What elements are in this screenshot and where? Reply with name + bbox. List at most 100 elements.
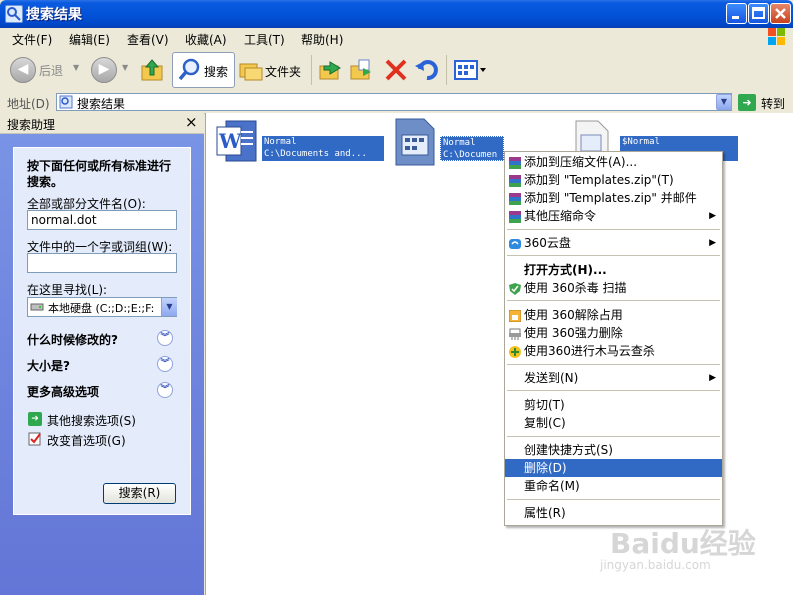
menu-item-other-compress[interactable]: 其他压缩命令 ▶ [505,207,722,225]
winrar-icon [509,192,521,205]
winrar-icon [509,210,521,223]
menu-item-label: 属性(R) [524,506,566,520]
menu-item-create-shortcut[interactable]: 创建快捷方式(S) [505,441,722,459]
menu-item-send-to[interactable]: 发送到(N) ▶ [505,369,722,387]
menu-item-rename[interactable]: 重命名(M) [505,477,722,495]
word-template-icon[interactable]: W [214,119,260,167]
watermark-url: jingyan.baidu.com [600,558,711,572]
menu-item-360-trojan-scan[interactable]: 使用360进行木马云查杀 [505,342,722,360]
chevron-down-icon[interactable]: ︾ [157,382,173,398]
arrow-right-icon: ➜ [28,412,42,426]
menu-separator [507,255,720,256]
menu-item-360-scan[interactable]: 使用 360杀毒 扫描 [505,279,722,297]
menu-item-360-force-delete[interactable]: 使用 360强力删除 [505,324,722,342]
copy-to-icon[interactable] [349,57,375,83]
phrase-input[interactable] [27,253,177,273]
menu-separator [507,229,720,230]
context-menu: 添加到压缩文件(A)... 添加到 "Templates.zip"(T) 添加到… [504,151,723,526]
lookin-select[interactable]: 本地硬盘 (C:;D:;E:;F: [27,297,177,317]
folders-button-label[interactable]: 文件夹 [265,63,301,80]
menu-item-label: 使用 360强力删除 [524,326,623,340]
file-name: Normal [264,137,297,147]
file-label[interactable]: Normal C:\Documents and... [262,136,384,161]
submenu-arrow-icon: ▶ [709,373,716,383]
address-input[interactable] [56,93,732,111]
menu-favorites[interactable]: 收藏(A) [185,31,227,48]
lookin-dropdown-icon[interactable]: ▼ [161,298,177,316]
shield-icon [509,282,521,295]
menu-bar [0,28,793,50]
menu-item-cut[interactable]: 剪切(T) [505,396,722,414]
menu-item-360-cloud[interactable]: 360云盘 ▶ [505,234,722,252]
views-icon[interactable] [453,58,487,82]
menu-help[interactable]: 帮助(H) [301,31,343,48]
back-arrow-icon[interactable]: ◀ [10,57,36,83]
cloud-icon [509,237,521,249]
svg-text:W: W [218,129,242,153]
chevron-down-icon[interactable]: ︾ [157,330,173,346]
maximize-button[interactable] [748,3,769,24]
menu-tools[interactable]: 工具(T) [244,31,285,48]
menu-item-add-to-templates-zip[interactable]: 添加到 "Templates.zip"(T) [505,171,722,189]
menu-item-label: 复制(C) [524,416,566,430]
chevron-down-icon[interactable]: ︾ [157,356,173,372]
menu-item-add-to-zip-and-email[interactable]: 添加到 "Templates.zip" 并邮件 [505,189,722,207]
folders-icon[interactable] [238,57,264,83]
forward-dropdown-icon[interactable]: ▼ [122,63,128,72]
up-folder-icon[interactable] [139,57,165,83]
search-window-icon [5,5,23,23]
file-label[interactable]: Normal C:\Documen [440,136,504,161]
menu-item-label: 添加到压缩文件(A)... [524,155,638,169]
submenu-arrow-icon: ▶ [709,211,716,221]
address-dropdown-icon[interactable]: ▼ [716,94,732,110]
menu-item-label: 使用 360杀毒 扫描 [524,281,627,295]
menu-item-add-to-archive[interactable]: 添加到压缩文件(A)... [505,153,722,171]
unlock-icon [508,309,522,323]
size-section[interactable]: 大小是? [27,357,70,374]
pane-close-icon[interactable]: × [185,113,198,131]
change-preferences-link[interactable]: 改变首选项(G) [47,432,126,449]
other-search-options-link[interactable]: 其他搜索选项(S) [47,412,136,429]
plus-icon [509,345,521,358]
menu-separator [507,390,720,391]
move-to-icon[interactable] [318,57,344,83]
toolbar-separator [311,55,312,85]
baidu-watermark: Baidu经验 jingyan.baidu.com [580,518,780,578]
menu-item-label: 添加到 "Templates.zip"(T) [524,173,674,187]
minimize-button[interactable] [726,3,747,24]
winrar-icon [509,156,521,169]
menu-separator [507,499,720,500]
search-icon [177,57,203,83]
menu-item-label: 剪切(T) [524,398,565,412]
go-button-label[interactable]: 转到 [761,95,785,112]
menu-item-360-unlock[interactable]: 使用 360解除占用 [505,306,722,324]
menu-separator [507,436,720,437]
address-value: 搜索结果 [77,97,126,111]
menu-item-label: 打开方式(H)... [524,263,607,277]
advanced-options-section[interactable]: 更多高级选项 [27,383,99,400]
forward-arrow-icon[interactable]: ▶ [91,57,117,83]
menu-item-delete[interactable]: 删除(D) [505,459,722,477]
search-button-label: 搜索 [204,65,229,79]
go-arrow-icon[interactable]: ➜ [738,94,756,111]
template-file-icon[interactable] [392,117,438,167]
title-bar[interactable] [0,0,793,28]
undo-icon[interactable] [414,57,440,83]
winrar-icon [509,174,521,187]
file-path: C:\Documen [443,150,498,160]
back-dropdown-icon[interactable]: ▼ [73,63,79,72]
filename-input[interactable]: normal.dot [27,210,177,230]
menu-item-open-with[interactable]: 打开方式(H)... [505,261,722,279]
menu-separator [507,300,720,301]
menu-view[interactable]: 查看(V) [127,31,169,48]
menu-item-label: 使用360进行木马云查杀 [524,344,655,358]
search-submit-button[interactable]: 搜索(R) [103,483,176,504]
when-modified-section[interactable]: 什么时候修改的? [27,331,118,348]
toolbar-separator [446,55,447,85]
close-button[interactable] [770,3,791,24]
back-button-label[interactable]: 后退 [39,62,63,79]
menu-item-copy[interactable]: 复制(C) [505,414,722,432]
menu-edit[interactable]: 编辑(E) [69,31,110,48]
delete-icon[interactable] [383,57,409,83]
menu-file[interactable]: 文件(F) [12,31,52,48]
